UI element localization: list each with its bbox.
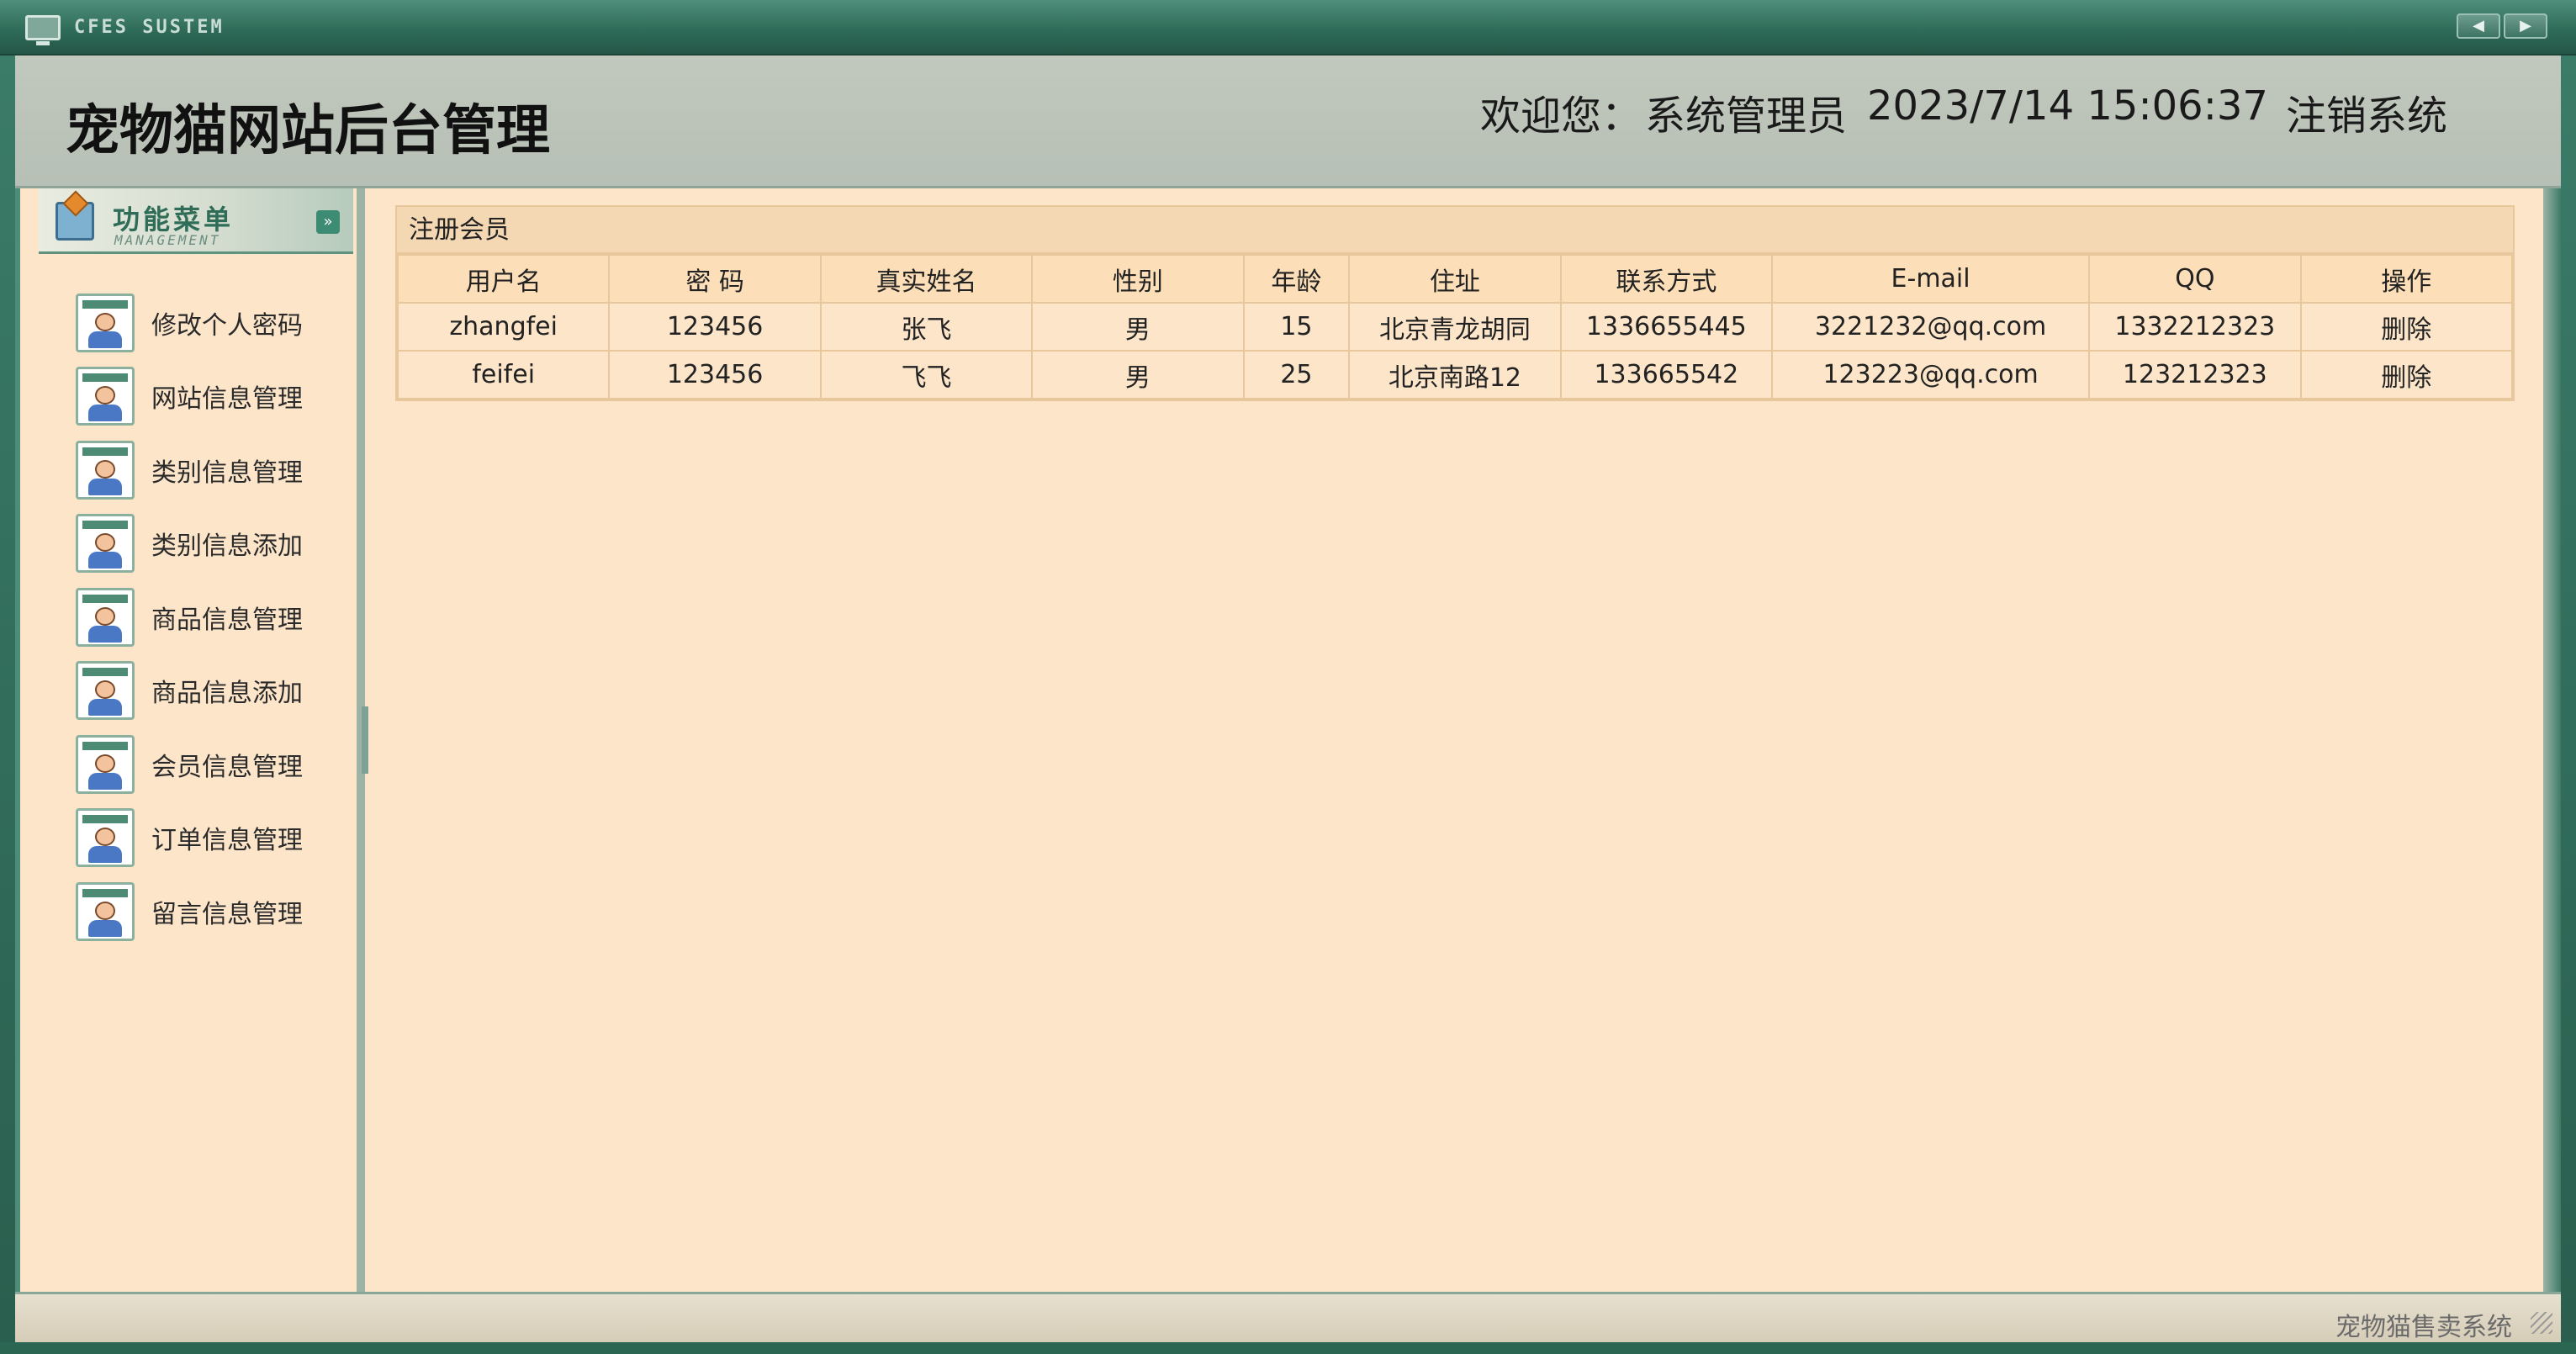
- sidebar-item-change-password[interactable]: 修改个人密码: [76, 286, 303, 360]
- user-icon: [76, 808, 135, 868]
- sidebar-item-category-add[interactable]: 类别信息添加: [76, 507, 303, 581]
- cell-qq: 1332212323: [2088, 302, 2302, 352]
- window-title: CFES SUSTEM: [74, 17, 225, 38]
- sidebar-item-member-manage[interactable]: 会员信息管理: [76, 727, 303, 801]
- sidebar-subtitle: MANAGEMENT: [114, 232, 221, 248]
- welcome-text: 欢迎您：系统管理员: [1480, 82, 1847, 141]
- col-email: E-mail: [1771, 254, 2091, 304]
- page-header: 宠物猫网站后台管理 欢迎您：系统管理员 2023/7/14 15:06:37 注…: [15, 56, 2561, 188]
- sidebar-item-label: 商品信息添加: [151, 679, 303, 709]
- menu-icon: [56, 202, 94, 241]
- collapse-icon[interactable]: »: [316, 210, 340, 234]
- delete-link[interactable]: 删除: [2299, 302, 2514, 352]
- sidebar-item-label: 类别信息添加: [151, 532, 303, 562]
- menu-list: 修改个人密码 网站信息管理 类别信息管理 类别信息添加 商品信息管理 商品信息添…: [76, 286, 303, 949]
- col-age: 年龄: [1242, 254, 1351, 304]
- cell-email: 3221232@qq.com: [1771, 302, 2091, 352]
- app-window: CFES SUSTEM ◀ ▶ 宠物猫网站后台管理 欢迎您：系统管理员 2023…: [0, 0, 2576, 1354]
- status-bar: 宠物猫售卖系统: [15, 1292, 2561, 1342]
- user-icon: [76, 367, 135, 426]
- user-icon: [76, 587, 135, 647]
- sidebar-splitter-handle[interactable]: [362, 706, 368, 774]
- cell-password: 123456: [608, 350, 822, 399]
- logout-link[interactable]: 注销系统: [2286, 82, 2447, 141]
- cell-address: 北京青龙胡同: [1348, 302, 1562, 352]
- sidebar-item-label: 商品信息管理: [151, 605, 303, 635]
- sidebar-item-product-manage[interactable]: 商品信息管理: [76, 580, 303, 654]
- sidebar-item-category-manage[interactable]: 类别信息管理: [76, 433, 303, 507]
- sidebar-header: 功能菜单 MANAGEMENT »: [39, 188, 353, 254]
- right-border: [2543, 188, 2561, 1292]
- sidebar-item-label: 订单信息管理: [151, 826, 303, 856]
- next-arrow-button[interactable]: ▶: [2504, 13, 2547, 39]
- cell-gender: 男: [1031, 302, 1245, 352]
- col-contact: 联系方式: [1559, 254, 1774, 304]
- delete-link[interactable]: 删除: [2299, 350, 2514, 399]
- sidebar-item-label: 修改个人密码: [151, 310, 303, 341]
- cell-contact: 1336655445: [1559, 302, 1774, 352]
- user-icon: [76, 514, 135, 574]
- sidebar-item-label: 网站信息管理: [151, 384, 303, 415]
- sidebar-item-message-manage[interactable]: 留言信息管理: [76, 875, 303, 949]
- user-icon: [76, 881, 135, 941]
- current-user: 系统管理员: [1645, 93, 1848, 140]
- cell-age: 15: [1242, 302, 1351, 352]
- cell-age: 25: [1242, 350, 1351, 399]
- prev-arrow-button[interactable]: ◀: [2457, 13, 2500, 39]
- cell-real-name: 飞飞: [819, 350, 1034, 399]
- table-row: feifei 123456 飞飞 男 25 北京南路12 133665542 1…: [396, 350, 2514, 399]
- sidebar: 功能菜单 MANAGEMENT » 修改个人密码 网站信息管理 类别信息管理 类…: [15, 188, 365, 1292]
- col-real-name: 真实姓名: [819, 254, 1034, 304]
- table-row: zhangfei 123456 张飞 男 15 北京青龙胡同 133665544…: [396, 302, 2514, 352]
- site-title: 宠物猫网站后台管理: [66, 100, 550, 162]
- cell-address: 北京南路12: [1348, 350, 1562, 399]
- user-icon: [76, 440, 135, 500]
- current-datetime: 2023/7/14 15:06:37: [1867, 82, 2268, 130]
- members-panel: 注册会员 用户名 密 码 真实姓名 性别 年龄 住址 联系方式 E-mail Q…: [395, 205, 2515, 401]
- cell-password: 123456: [608, 302, 822, 352]
- cell-contact: 133665542: [1559, 350, 1774, 399]
- user-icon: [76, 661, 135, 721]
- welcome-label: 欢迎您：: [1480, 93, 1642, 140]
- sidebar-item-label: 留言信息管理: [151, 899, 303, 929]
- col-address: 住址: [1348, 254, 1562, 304]
- cell-username: zhangfei: [396, 302, 611, 352]
- cell-email: 123223@qq.com: [1771, 350, 2091, 399]
- cell-gender: 男: [1031, 350, 1245, 399]
- col-password: 密 码: [608, 254, 822, 304]
- cell-real-name: 张飞: [819, 302, 1034, 352]
- resize-grip-icon[interactable]: [2531, 1312, 2552, 1334]
- user-icon: [76, 734, 135, 794]
- cell-username: feifei: [396, 350, 611, 399]
- monitor-icon: [25, 15, 61, 45]
- panel-title: 注册会员: [397, 207, 2513, 254]
- user-icon: [76, 293, 135, 352]
- members-table: 用户名 密 码 真实姓名 性别 年龄 住址 联系方式 E-mail QQ 操作: [396, 254, 2514, 399]
- col-username: 用户名: [396, 254, 611, 304]
- sidebar-item-label: 类别信息管理: [151, 458, 303, 488]
- main-content: 注册会员 用户名 密 码 真实姓名 性别 年龄 住址 联系方式 E-mail Q…: [370, 188, 2543, 1292]
- table-header-row: 用户名 密 码 真实姓名 性别 年龄 住址 联系方式 E-mail QQ 操作: [396, 254, 2514, 304]
- sidebar-item-label: 会员信息管理: [151, 752, 303, 782]
- sidebar-item-product-add[interactable]: 商品信息添加: [76, 654, 303, 728]
- footer-text: 宠物猫售卖系统: [2335, 1313, 2512, 1342]
- sidebar-item-order-manage[interactable]: 订单信息管理: [76, 801, 303, 875]
- title-bar: CFES SUSTEM ◀ ▶: [0, 0, 2576, 56]
- bottom-border: [0, 1342, 2576, 1354]
- window-nav: ◀ ▶: [2457, 13, 2547, 39]
- sidebar-item-site-info[interactable]: 网站信息管理: [76, 360, 303, 434]
- cell-qq: 123212323: [2088, 350, 2302, 399]
- col-qq: QQ: [2088, 254, 2302, 304]
- col-action: 操作: [2299, 254, 2514, 304]
- col-gender: 性别: [1031, 254, 1245, 304]
